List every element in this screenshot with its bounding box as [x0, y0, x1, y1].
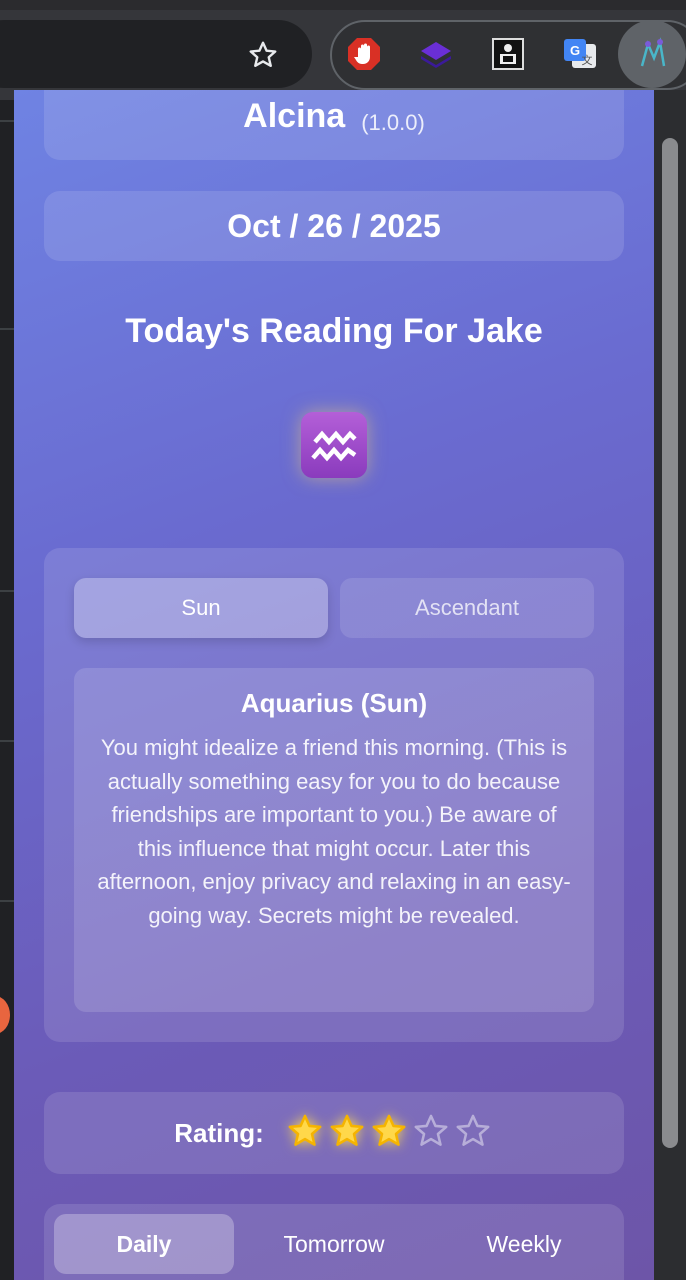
tab-tomorrow[interactable]: Tomorrow [244, 1214, 424, 1274]
background-page [0, 100, 14, 1280]
divider [0, 590, 14, 592]
period-tabs: Daily Tomorrow Weekly [44, 1204, 624, 1280]
aquarius-icon [301, 412, 367, 478]
sign-panel: Sun Ascendant Aquarius (Sun) You might i… [44, 548, 624, 1042]
layers-icon[interactable] [416, 34, 456, 74]
app-version: (1.0.0) [361, 110, 425, 135]
translate-icon[interactable]: G文 [560, 34, 600, 74]
star-outline-icon[interactable] [240, 32, 286, 78]
tab-strip [0, 0, 686, 10]
divider [0, 900, 14, 902]
star-empty-icon[interactable] [412, 1112, 450, 1150]
tab-sun[interactable]: Sun [74, 578, 328, 638]
horoscope-title: Aquarius (Sun) [240, 688, 428, 718]
svg-text:G: G [570, 43, 580, 58]
tab-weekly[interactable]: Weekly [434, 1214, 614, 1274]
app-name: Alcina [243, 97, 346, 135]
scrollbar-track[interactable] [654, 90, 686, 1280]
app-header: Alcina (1.0.0) [44, 90, 624, 160]
star-filled-icon[interactable] [370, 1112, 408, 1150]
extension-popup: Alcina (1.0.0) Oct / 26 / 2025 Today's R… [14, 90, 654, 1280]
divider [0, 740, 14, 742]
rating-panel: Rating: [44, 1092, 624, 1174]
star-empty-icon[interactable] [454, 1112, 492, 1150]
svg-text:文: 文 [582, 53, 593, 67]
tab-ascendant[interactable]: Ascendant [340, 578, 594, 638]
rating-label: Rating: [174, 1117, 264, 1148]
stop-hand-icon[interactable] [344, 34, 384, 74]
tab-daily[interactable]: Daily [54, 1214, 234, 1274]
zodiac-extension-icon[interactable] [632, 34, 672, 74]
tarot-card-icon[interactable] [488, 34, 528, 74]
divider [0, 120, 14, 122]
star-filled-icon[interactable] [286, 1112, 324, 1150]
reading-title: Today's Reading For Jake [125, 312, 543, 350]
horoscope-text: You might idealize a friend this morning… [97, 735, 571, 928]
scrollbar-thumb[interactable] [662, 138, 678, 1148]
star-filled-icon[interactable] [328, 1112, 366, 1150]
date-text: Oct / 26 / 2025 [227, 207, 441, 244]
horoscope-box: Aquarius (Sun) You might idealize a frie… [74, 668, 594, 1012]
date-display: Oct / 26 / 2025 [44, 191, 624, 261]
browser-toolbar: G文 [0, 0, 686, 100]
rating-stars [284, 1112, 494, 1155]
divider [0, 328, 14, 330]
